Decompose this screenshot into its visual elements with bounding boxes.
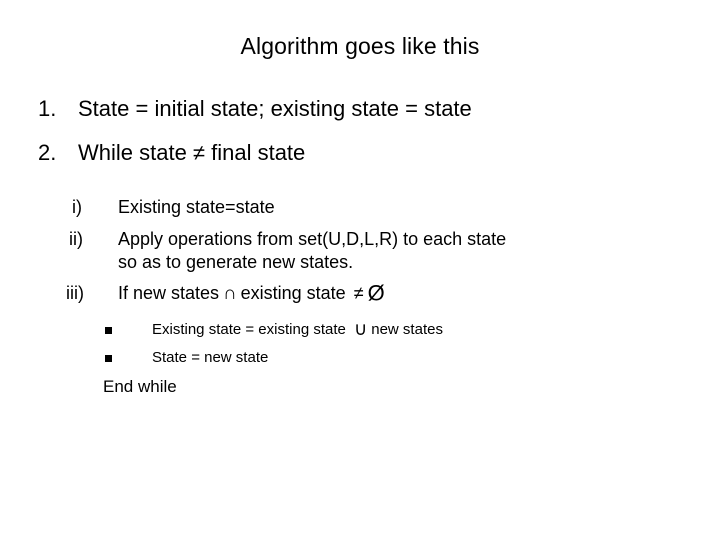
bullet-item-2-text: State = new state <box>152 349 269 366</box>
roman-item-iii-text-before: If new states <box>118 283 220 303</box>
roman-item-i-marker: i) <box>72 197 82 217</box>
bullet-item-1: Existing state = existing state ∪ new stat… <box>0 319 720 341</box>
square-bullet-icon <box>105 327 112 334</box>
numbered-item-1: 1. State = initial state; existing state… <box>0 94 720 138</box>
numbered-item-2-marker: 2. <box>38 140 57 165</box>
numbered-item-1-text: State = initial state; existing state = … <box>78 96 472 121</box>
bullet-item-1-text-after: new states <box>371 321 443 338</box>
roman-item-iii: iii) If new states ∩ existing state ≠ Ø <box>0 282 720 305</box>
bullet-item-1-text-before: Existing state = existing state <box>152 321 346 338</box>
intersection-operator-icon: ∩ <box>223 283 237 304</box>
closing-line: End while <box>103 377 177 396</box>
bullet-item-1-text: Existing state = existing state ∪ new stat… <box>152 318 443 340</box>
roman-item-iii-text-middle: existing state <box>240 283 346 303</box>
not-equal-operator-icon: ≠ <box>353 283 364 303</box>
roman-item-i: i) Existing state=state <box>0 196 720 219</box>
bullet-item-2: State = new state <box>0 347 720 369</box>
numbered-item-2: 2. While state ≠ final state <box>0 138 720 182</box>
square-bullet-icon <box>105 355 112 362</box>
roman-item-i-text: Existing state=state <box>118 197 275 217</box>
numbered-item-1-marker: 1. <box>38 96 57 121</box>
union-operator-icon: ∪ <box>353 318 368 340</box>
roman-item-ii-marker: ii) <box>69 229 83 249</box>
roman-item-iii-marker: iii) <box>66 283 84 303</box>
slide-title: Algorithm goes like this <box>240 33 480 59</box>
slide-body: 1. State = initial state; existing state… <box>0 94 720 399</box>
roman-item-ii: ii) Apply operations from set(U,D,L,R) t… <box>0 228 720 274</box>
roman-item-ii-text: Apply operations from set(U,D,L,R) to ea… <box>118 229 507 249</box>
slide: Algorithm goes like this 1. State = init… <box>0 0 720 540</box>
numbered-item-2-text: While state ≠ final state <box>78 140 306 165</box>
roman-item-iii-text: If new states ∩ existing state ≠ Ø <box>118 282 720 305</box>
empty-set-operator-icon: Ø <box>367 280 385 306</box>
roman-item-ii-text-continued: so as to generate new states. <box>118 252 354 272</box>
